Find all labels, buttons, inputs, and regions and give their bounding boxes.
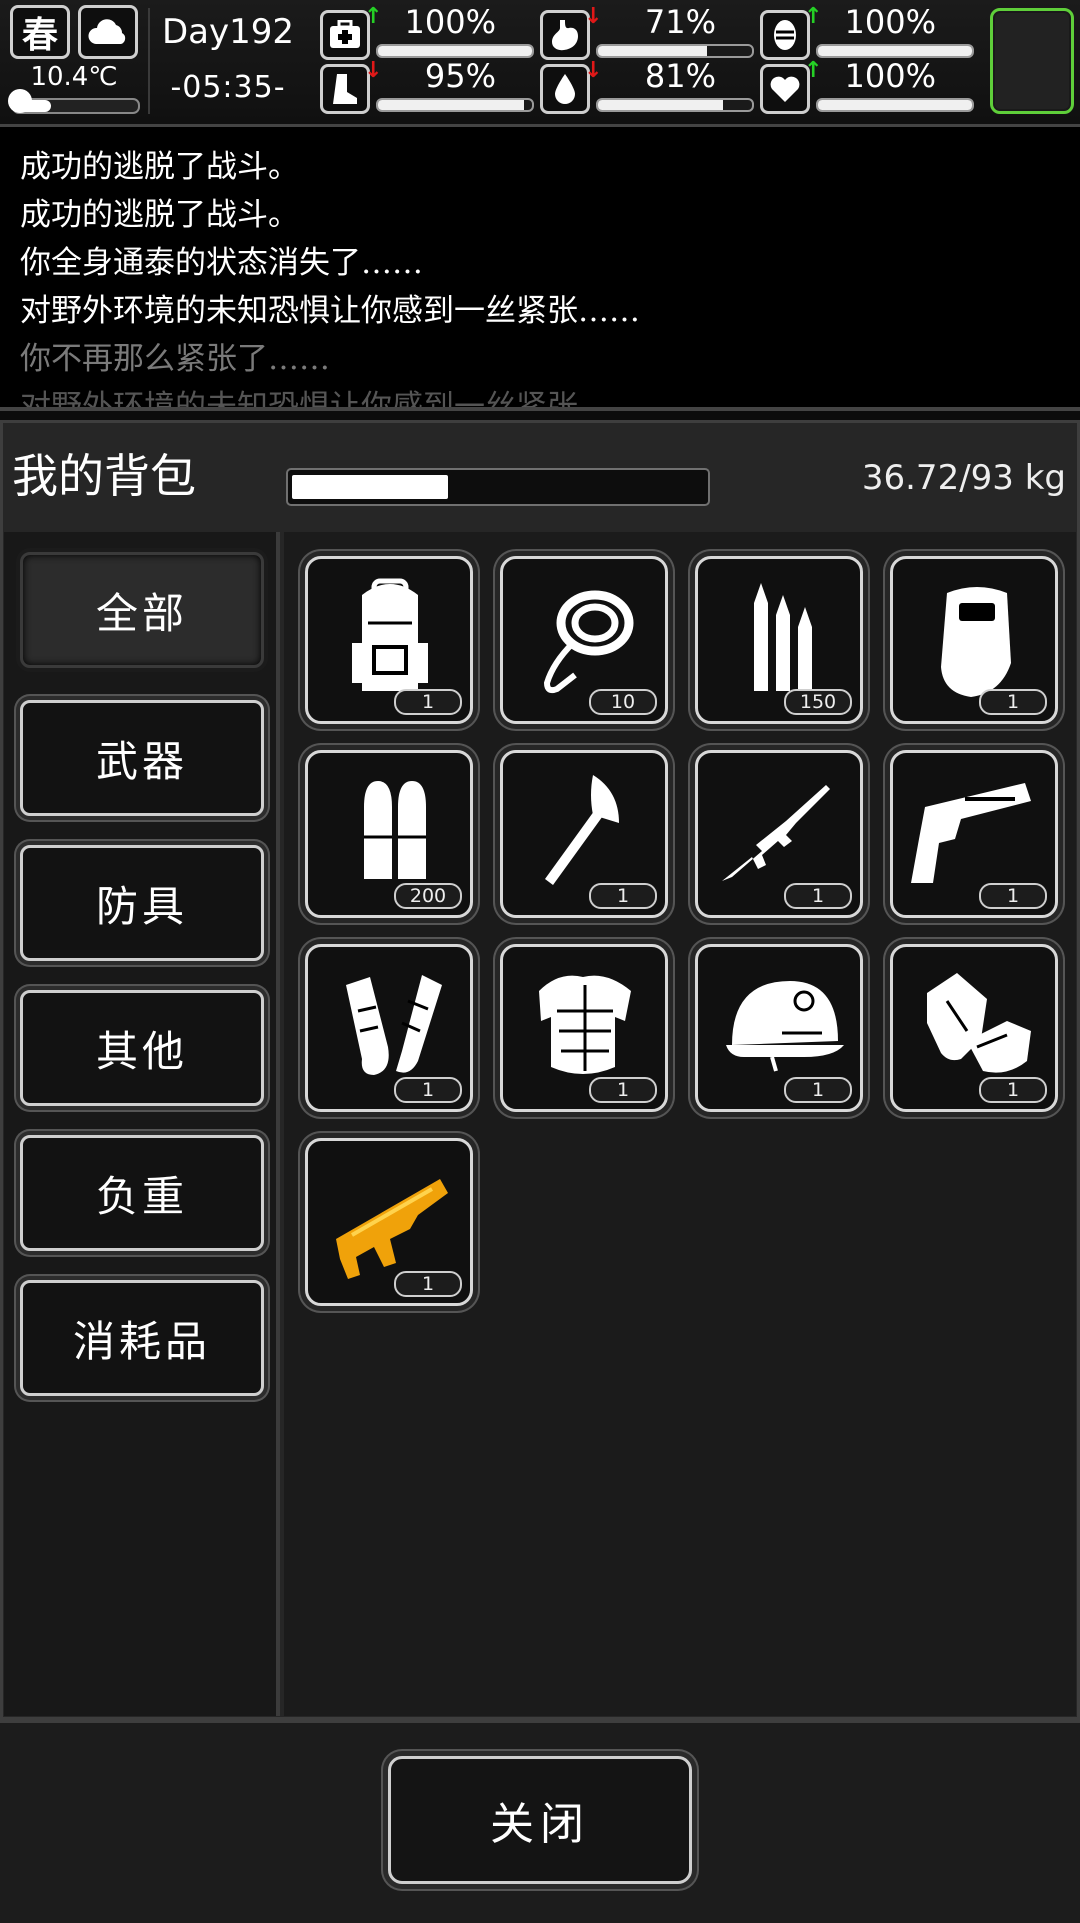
stat-value: 100% [404, 3, 496, 41]
stat-value: 100% [844, 3, 936, 41]
item-quantity: 1 [979, 1077, 1047, 1103]
golden-shotgun-icon [336, 1179, 448, 1279]
backpack-icon [352, 578, 428, 691]
item-slot-body-armor[interactable]: 1 [500, 944, 668, 1112]
medkit-icon [320, 10, 370, 60]
item-quantity: 1 [394, 689, 462, 715]
item-grid: 1 10 150 1 200 1 1 1 1 1 1 1 1 [284, 532, 1076, 1716]
brain-icon [760, 10, 810, 60]
rope-icon [543, 590, 634, 694]
item-slot-rifle-ammo[interactable]: 150 [695, 556, 863, 724]
season-badge: 春 [10, 5, 70, 59]
item-quantity: 1 [784, 1077, 852, 1103]
stat-value: 95% [424, 57, 496, 95]
arm-guards-icon [346, 975, 442, 1075]
trend-arrow: ↑ [804, 4, 823, 29]
pistol-ammo-icon [364, 781, 426, 879]
item-slot-rope[interactable]: 10 [500, 556, 668, 724]
item-slot-assault-rifle[interactable]: 1 [695, 750, 863, 918]
stat-hunger[interactable]: ↓ 71% [540, 4, 754, 60]
stat-health[interactable]: ↑ 100% [320, 4, 534, 60]
backpack-title: 我的背包 [12, 449, 196, 503]
stat-bar [816, 98, 974, 112]
category-carry-tab[interactable]: 负重 [20, 1135, 264, 1251]
heart-icon [760, 64, 810, 114]
character-portrait-button[interactable] [990, 8, 1074, 114]
trend-arrow: ↑ [364, 4, 383, 29]
item-quantity: 200 [394, 883, 462, 909]
backpack-load-bar [286, 468, 710, 506]
pistol-icon [911, 783, 1031, 883]
stomach-icon [540, 10, 590, 60]
stat-mind[interactable]: ↑ 100% [760, 4, 974, 60]
cloud-icon [78, 5, 138, 59]
item-slot-axe[interactable]: 1 [500, 750, 668, 918]
riot-shield-icon [941, 587, 1011, 697]
trend-arrow: ↓ [584, 4, 603, 29]
stat-bar [376, 44, 534, 58]
trend-arrow: ↓ [364, 58, 383, 83]
item-quantity: 10 [589, 689, 657, 715]
trend-arrow: ↓ [584, 58, 603, 83]
stat-bar [596, 98, 754, 112]
stat-value: 81% [644, 57, 716, 95]
stat-bar [376, 98, 534, 112]
category-weapons-tab[interactable]: 武器 [20, 700, 264, 816]
assault-rifle-icon [722, 785, 830, 881]
item-slot-riot-shield[interactable]: 1 [890, 556, 1058, 724]
stat-bar [596, 44, 754, 58]
log-line: 你全身通泰的状态消失了…… [20, 245, 423, 281]
axe-icon [545, 775, 619, 885]
item-slot-helmet[interactable]: 1 [695, 944, 863, 1112]
log-line: 对野外环境的未知恐惧让你感到一丝紧张…… [20, 389, 640, 411]
backpack-weight: 36.72/93 kg [861, 458, 1066, 498]
stat-value: 100% [844, 57, 936, 95]
log-line: 成功的逃脱了战斗。 [20, 149, 299, 185]
category-other-tab[interactable]: 其他 [20, 990, 264, 1106]
item-quantity: 1 [589, 1077, 657, 1103]
item-quantity: 1 [979, 689, 1047, 715]
helmet-icon [726, 981, 844, 1072]
backpack-header: 我的背包 36.72/93 kg [0, 420, 1080, 530]
item-quantity: 1 [394, 1271, 462, 1297]
category-armor-tab[interactable]: 防具 [20, 845, 264, 961]
item-slot-backpack[interactable]: 1 [305, 556, 473, 724]
gloves-icon [927, 973, 1031, 1073]
item-slot-gloves[interactable]: 1 [890, 944, 1058, 1112]
log-line: 对野外环境的未知恐惧让你感到一丝紧张…… [20, 293, 640, 329]
category-all-tab[interactable]: 全部 [20, 552, 264, 668]
log-line: 成功的逃脱了战斗。 [20, 197, 299, 233]
item-slot-pistol[interactable]: 1 [890, 750, 1058, 918]
stat-bar [816, 44, 974, 58]
item-slot-golden-shotgun[interactable]: 1 [305, 1138, 473, 1306]
close-button[interactable]: 关闭 [388, 1756, 692, 1884]
stat-stamina[interactable]: ↓ 95% [320, 58, 534, 114]
item-slot-arm-guards[interactable]: 1 [305, 944, 473, 1112]
game-clock: -05:35- [170, 70, 286, 105]
category-consumables-tab[interactable]: 消耗品 [20, 1280, 264, 1396]
day-counter: Day192 [161, 12, 295, 52]
message-log: 成功的逃脱了战斗。 成功的逃脱了战斗。 你全身通泰的状态消失了…… 对野外环境的… [0, 127, 1080, 411]
temperature-readout: 10.4℃ [30, 62, 118, 92]
item-quantity: 1 [394, 1077, 462, 1103]
item-quantity: 1 [589, 883, 657, 909]
item-quantity: 1 [784, 883, 852, 909]
trend-arrow: ↑ [804, 58, 823, 83]
body-armor-icon [539, 975, 631, 1074]
stat-value: 71% [644, 3, 716, 41]
item-quantity: 150 [784, 689, 852, 715]
stat-thirst[interactable]: ↓ 81% [540, 58, 754, 114]
status-bar: 春 10.4℃ Day192 -05:35- ↑ 100% ↓ 71% ↑ 10… [0, 0, 1080, 127]
rifle-ammo-icon [754, 583, 812, 691]
category-sidebar: 全部 武器 防具 其他 负重 消耗品 [4, 532, 280, 1716]
water-drop-icon [540, 64, 590, 114]
item-quantity: 1 [979, 883, 1047, 909]
boot-icon [320, 64, 370, 114]
stat-mood[interactable]: ↑ 100% [760, 58, 974, 114]
thermometer-icon [8, 89, 32, 113]
item-slot-pistol-ammo[interactable]: 200 [305, 750, 473, 918]
log-line: 你不再那么紧张了…… [20, 341, 330, 377]
